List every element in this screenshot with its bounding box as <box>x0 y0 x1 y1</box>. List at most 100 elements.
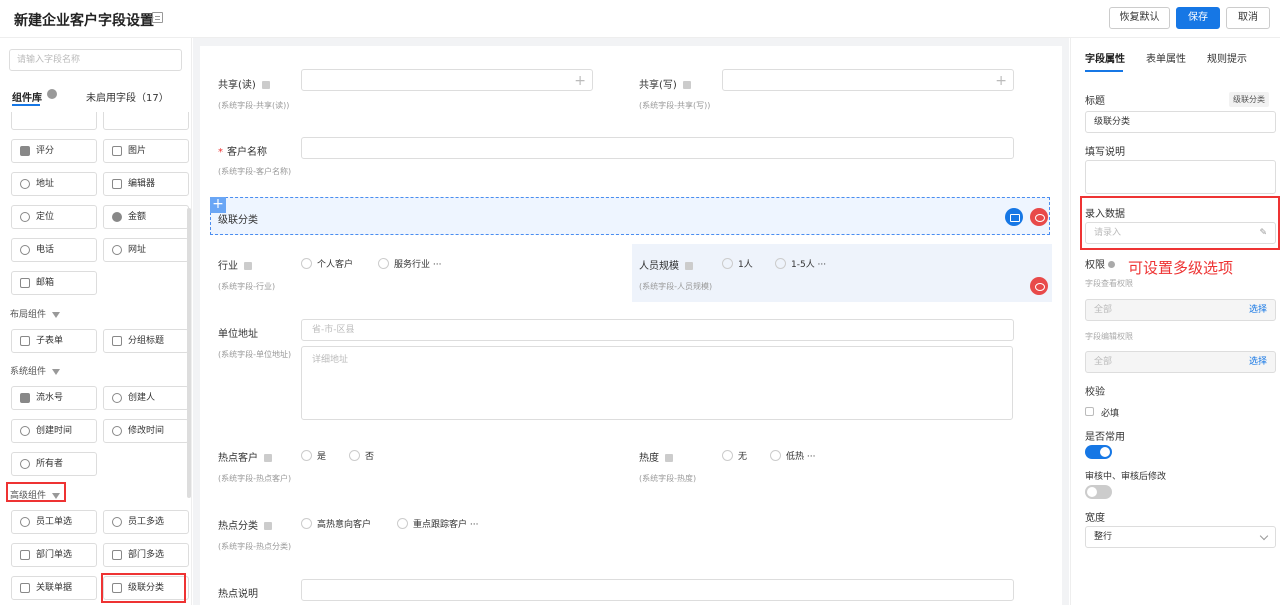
component-item[interactable]: 关联单据 <box>11 576 97 600</box>
field-sub: (系统字段-人员规模) <box>639 282 713 291</box>
plus-icon[interactable]: + <box>995 71 1007 91</box>
selected-field-cascade[interactable] <box>210 197 1050 235</box>
cancel-button[interactable]: 取消 <box>1226 7 1270 29</box>
component-item[interactable]: 创建时间 <box>11 419 97 443</box>
tab-form-properties[interactable]: 表单属性 <box>1146 50 1186 65</box>
component-label: 图片 <box>128 146 147 156</box>
component-item[interactable]: 定位 <box>11 205 97 229</box>
component-item[interactable]: 创建人 <box>103 386 189 410</box>
serial-icon <box>20 393 30 403</box>
field-label: 热度 <box>639 453 659 464</box>
component-item[interactable]: 金额 <box>103 205 189 229</box>
width-value: 整行 <box>1094 532 1113 542</box>
required-checkbox[interactable] <box>1085 407 1094 416</box>
radio-option[interactable]: 1-5人 ··· <box>775 257 826 270</box>
title-input[interactable]: 级联分类 <box>1085 111 1276 133</box>
caret-down-icon <box>52 311 61 318</box>
component-item[interactable]: 编辑器 <box>103 172 189 196</box>
radio-option[interactable]: 高热意向客户 <box>301 517 371 530</box>
annotation-text: 可设置多级选项 <box>1128 259 1234 277</box>
field-search-input[interactable]: 请输入字段名称 <box>9 49 182 71</box>
page-header: 新建企业客户字段设置 恢复默认 保存 取消 <box>0 0 1280 38</box>
layout-icon[interactable] <box>152 12 163 23</box>
plus-icon[interactable]: + <box>574 71 586 91</box>
save-button[interactable]: 保存 <box>1176 7 1220 29</box>
component-label: 所有者 <box>36 459 64 469</box>
tab-component-library[interactable]: 组件库 <box>12 89 42 104</box>
tab-field-properties[interactable]: 字段属性 <box>1085 50 1125 65</box>
component-item[interactable]: 员工单选 <box>11 510 97 534</box>
field-label: 热点分类 <box>218 521 258 532</box>
component-label: 员工多选 <box>128 517 165 527</box>
component-item[interactable]: 部门多选 <box>103 543 189 567</box>
component-item[interactable]: 评分 <box>11 139 97 163</box>
field-customer-name: * 客户名称 <box>218 143 267 158</box>
component-item[interactable]: 员工多选 <box>103 510 189 534</box>
org-icon <box>20 550 30 560</box>
desc-textarea[interactable] <box>1085 160 1276 194</box>
component-partial[interactable] <box>103 112 189 130</box>
common-toggle[interactable] <box>1085 445 1112 459</box>
component-item[interactable]: 图片 <box>103 139 189 163</box>
restore-default-button[interactable]: 恢复默认 <box>1109 7 1170 29</box>
hide-eye-icon[interactable] <box>1030 208 1048 226</box>
group-layout[interactable]: 布局组件 <box>10 307 61 320</box>
select-link[interactable]: 选择 <box>1249 352 1267 372</box>
tab-unused-fields[interactable]: 未启用字段（17） <box>86 89 169 104</box>
customer-name-input[interactable] <box>301 137 1014 159</box>
doc-icon <box>685 262 693 270</box>
component-item[interactable]: 分组标题 <box>103 329 189 353</box>
permission-value: 全部 <box>1094 305 1113 315</box>
component-item[interactable]: 修改时间 <box>103 419 189 443</box>
component-partial[interactable] <box>11 112 97 130</box>
edit-clock-icon <box>112 426 122 436</box>
share-read-input[interactable]: + <box>301 69 593 91</box>
radio-option[interactable]: 服务行业 ··· <box>378 257 441 270</box>
field-staff-size-block[interactable] <box>632 244 1052 302</box>
component-label: 修改时间 <box>128 426 165 436</box>
address-detail-textarea[interactable]: 详细地址 <box>301 346 1013 420</box>
field-sub: (系统字段-共享(读)) <box>218 101 290 110</box>
address-region-input[interactable]: 省-市-区县 <box>301 319 1014 341</box>
required-label: 必填 <box>1101 409 1120 419</box>
component-item[interactable]: 网址 <box>103 238 189 262</box>
field-sub: (系统字段-客户名称) <box>218 167 292 176</box>
component-label: 网址 <box>128 245 147 255</box>
component-item[interactable]: 所有者 <box>11 452 97 476</box>
radio-option[interactable]: 1人 <box>722 257 753 270</box>
field-label: 共享(读) <box>218 80 256 91</box>
copy-icon[interactable] <box>1005 208 1023 226</box>
radio-option[interactable]: 是 <box>301 449 326 462</box>
component-item[interactable]: 邮箱 <box>11 271 97 295</box>
select-link[interactable]: 选择 <box>1249 300 1267 320</box>
hide-eye-icon[interactable] <box>1030 277 1048 295</box>
money-icon <box>112 212 122 222</box>
audit-toggle[interactable] <box>1085 485 1112 499</box>
component-item[interactable]: 子表单 <box>11 329 97 353</box>
radio-option[interactable]: 个人客户 <box>301 257 353 270</box>
width-select[interactable]: 整行 <box>1085 526 1276 548</box>
active-tab-indicator <box>12 104 40 106</box>
left-scrollbar[interactable] <box>187 208 191 498</box>
tab-rule-hints[interactable]: 规则提示 <box>1207 50 1247 65</box>
radio-option[interactable]: 重点跟踪客户 ··· <box>397 517 478 530</box>
component-item[interactable]: 流水号 <box>11 386 97 410</box>
component-item[interactable]: 电话 <box>11 238 97 262</box>
component-item[interactable]: 部门单选 <box>11 543 97 567</box>
radio-option[interactable]: 无 <box>722 449 747 462</box>
view-permission-field[interactable]: 全部 选择 <box>1085 299 1276 321</box>
hot-desc-input[interactable] <box>301 579 1014 601</box>
field-sub: (系统字段-热度) <box>639 474 697 483</box>
group-system[interactable]: 系统组件 <box>10 364 61 377</box>
radio-option[interactable]: 否 <box>349 449 374 462</box>
mail-icon <box>20 278 30 288</box>
field-staff-size: 人员规模 <box>639 257 693 272</box>
component-label: 金额 <box>128 212 147 222</box>
radio-option[interactable]: 低热 ··· <box>770 449 815 462</box>
owner-icon <box>20 459 30 469</box>
component-label: 创建时间 <box>36 426 73 436</box>
share-write-input[interactable]: + <box>722 69 1014 91</box>
desc-label: 填写说明 <box>1085 147 1125 158</box>
edit-permission-field[interactable]: 全部 选择 <box>1085 351 1276 373</box>
component-item[interactable]: 地址 <box>11 172 97 196</box>
